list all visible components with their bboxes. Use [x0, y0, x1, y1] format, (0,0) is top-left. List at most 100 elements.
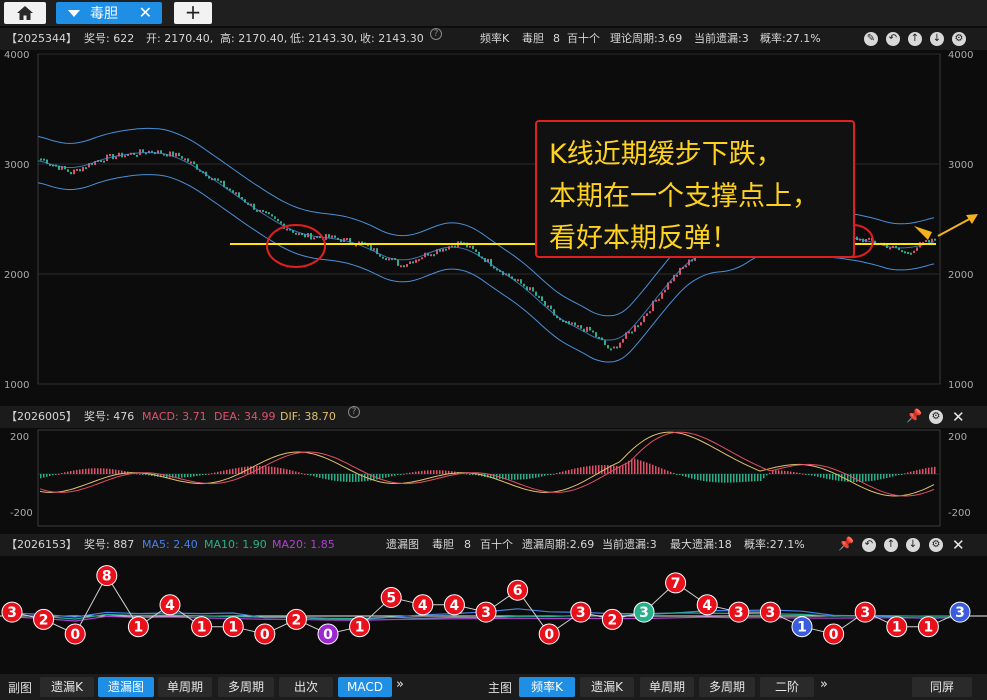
main-btn-freq-k[interactable]: 频率K — [519, 677, 575, 697]
macd-bar-down — [547, 474, 549, 476]
macd-bar-down — [724, 474, 726, 483]
macd-bar-up — [217, 471, 219, 474]
miss-arrow-down-icon[interactable]: ↓ — [906, 538, 920, 552]
macd-bar-down — [532, 474, 534, 479]
macd-bar-up — [640, 460, 642, 474]
sub-btn-single-cycle[interactable]: 单周期 — [158, 677, 212, 697]
macd-bar-up — [100, 468, 102, 474]
macd-bar-up — [589, 465, 591, 474]
k-candle-up — [517, 279, 519, 282]
macd-bar-up — [661, 468, 663, 474]
k-candle-up — [331, 235, 333, 238]
arrow-down-icon[interactable]: ↓ — [930, 32, 944, 46]
ma10-value: MA10: 1.90 — [204, 538, 267, 551]
close-value: 收: 2143.30 — [360, 32, 424, 45]
macd-bar-up — [415, 471, 417, 474]
close-icon[interactable]: ✕ — [139, 3, 152, 22]
macd-bar-up — [232, 468, 234, 474]
macd-bar-up — [304, 473, 306, 475]
num-label: 8 — [553, 32, 560, 45]
chevron-down-icon[interactable] — [68, 9, 80, 17]
macd-bar-down — [745, 474, 747, 482]
macd-help-icon[interactable]: ? — [348, 406, 360, 418]
macd-bar-up — [442, 470, 444, 474]
macd-chart[interactable]: 200 200 -200 -200 — [0, 428, 987, 530]
sub-btn-count[interactable]: 出次 — [279, 677, 333, 697]
macd-bar-up — [403, 473, 405, 475]
mode-label: 频率K — [480, 32, 510, 45]
macd-bar-up — [292, 470, 294, 474]
miss-point-label: 1 — [892, 620, 902, 636]
macd-bar-down — [397, 474, 399, 476]
k-candle-down — [934, 238, 936, 241]
k-candle-up — [388, 258, 390, 261]
same-screen-button[interactable]: 同屏 — [912, 677, 972, 697]
k-candle-down — [574, 322, 576, 326]
miss-kind: 毒胆 — [432, 538, 454, 551]
sub-btn-miss-k[interactable]: 遗漏K — [40, 677, 94, 697]
macd-bar-down — [679, 474, 681, 476]
miss-pin-icon[interactable]: 📌 — [838, 534, 854, 556]
macd-bar-up — [106, 468, 108, 474]
add-tab-button[interactable]: + — [174, 2, 212, 24]
miss-close-icon[interactable]: ✕ — [952, 534, 965, 556]
macd-bar-down — [535, 474, 537, 478]
miss-settings-icon[interactable]: ⚙ — [929, 538, 943, 552]
help-icon[interactable]: ? — [430, 28, 442, 40]
theory-cycle: 理论周期:3.69 — [610, 32, 683, 45]
settings-icon[interactable]: ⚙ — [952, 32, 966, 46]
sub-more-icon[interactable]: » — [396, 677, 404, 692]
home-tab[interactable] — [4, 2, 46, 24]
sub-btn-miss-chart[interactable]: 遗漏图 — [98, 677, 154, 697]
k-candle-up — [124, 155, 126, 158]
edit-icon[interactable]: ✎ — [864, 32, 878, 46]
macd-close-icon[interactable]: ✕ — [952, 406, 965, 428]
k-candle-up — [925, 240, 927, 243]
macd-bar-up — [295, 471, 297, 474]
macd-bar-up — [583, 466, 585, 474]
macd-settings-icon[interactable]: ⚙ — [929, 410, 943, 424]
k-candle-up — [406, 264, 408, 267]
sub-btn-macd[interactable]: MACD — [338, 677, 392, 697]
k-candle-down — [475, 249, 477, 252]
sub-chart-label: 副图 — [8, 681, 33, 695]
back-icon[interactable]: ↶ — [886, 32, 900, 46]
ma20-value: MA20: 1.85 — [272, 538, 335, 551]
macd-bar-up — [913, 470, 915, 474]
k-candle-up — [889, 247, 891, 250]
main-btn-second-order[interactable]: 二阶 — [760, 677, 814, 697]
tab-active[interactable]: 毒胆 ✕ — [56, 2, 162, 24]
macd-bar-up — [61, 472, 63, 474]
main-btn-miss-k[interactable]: 遗漏K — [580, 677, 634, 697]
main-more-icon[interactable]: » — [820, 677, 828, 692]
pin-icon[interactable]: 📌 — [906, 406, 922, 428]
macd-bar-up — [214, 472, 216, 474]
macd-bar-down — [703, 474, 705, 482]
arrow-up-icon[interactable]: ↑ — [908, 32, 922, 46]
macd-bar-up — [580, 467, 582, 474]
miss-arrow-up-icon[interactable]: ↑ — [884, 538, 898, 552]
macd-bar-down — [43, 474, 45, 478]
k-candle-down — [43, 158, 45, 161]
macd-bar-down — [883, 474, 885, 479]
miss-back-icon[interactable]: ↶ — [862, 538, 876, 552]
k-candle-down — [412, 261, 414, 264]
macd-bar-up — [235, 468, 237, 474]
k-candle-down — [193, 161, 195, 165]
main-btn-multi-cycle[interactable]: 多周期 — [699, 677, 755, 697]
main-btn-single-cycle[interactable]: 单周期 — [640, 677, 694, 697]
macd-axis-label-left: -200 — [10, 508, 33, 519]
k-axis-label-right: 3000 — [948, 160, 973, 171]
k-candle-up — [646, 313, 648, 316]
miss-point-label: 3 — [576, 605, 586, 621]
k-candle-down — [178, 152, 180, 157]
macd-bar-up — [934, 466, 936, 474]
sub-btn-multi-cycle[interactable]: 多周期 — [218, 677, 274, 697]
miss-chart[interactable]: 3 2 0 8 1 4 1 1 0 2 0 1 5 4 4 3 6 0 3 2 3 7 4 3 3 1 0 3 1 1 3 — [0, 556, 987, 672]
macd-bar-up — [802, 473, 804, 475]
k-candle-down — [70, 171, 72, 175]
miss-point-label: 2 — [39, 612, 49, 628]
macd-bar-up — [652, 464, 654, 474]
miss-range: 百十个 — [480, 538, 513, 551]
k-axis-label-right: 4000 — [948, 50, 973, 61]
